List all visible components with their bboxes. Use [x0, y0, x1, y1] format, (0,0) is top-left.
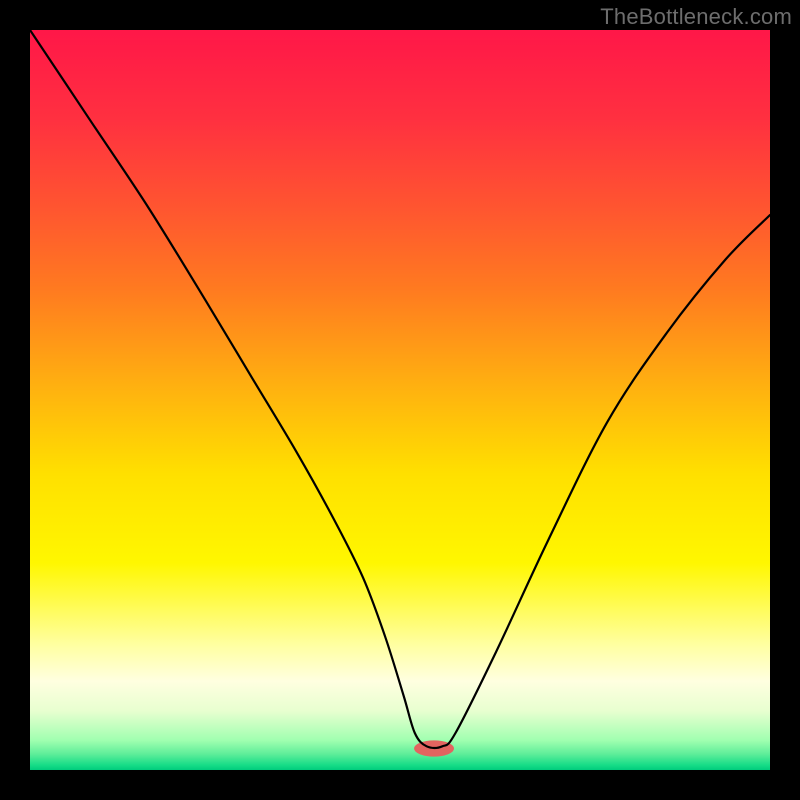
- chart-frame: TheBottleneck.com: [0, 0, 800, 800]
- watermark-label: TheBottleneck.com: [600, 4, 792, 30]
- plot-svg: [30, 30, 770, 770]
- gradient-background: [30, 30, 770, 770]
- plot-area: [30, 30, 770, 770]
